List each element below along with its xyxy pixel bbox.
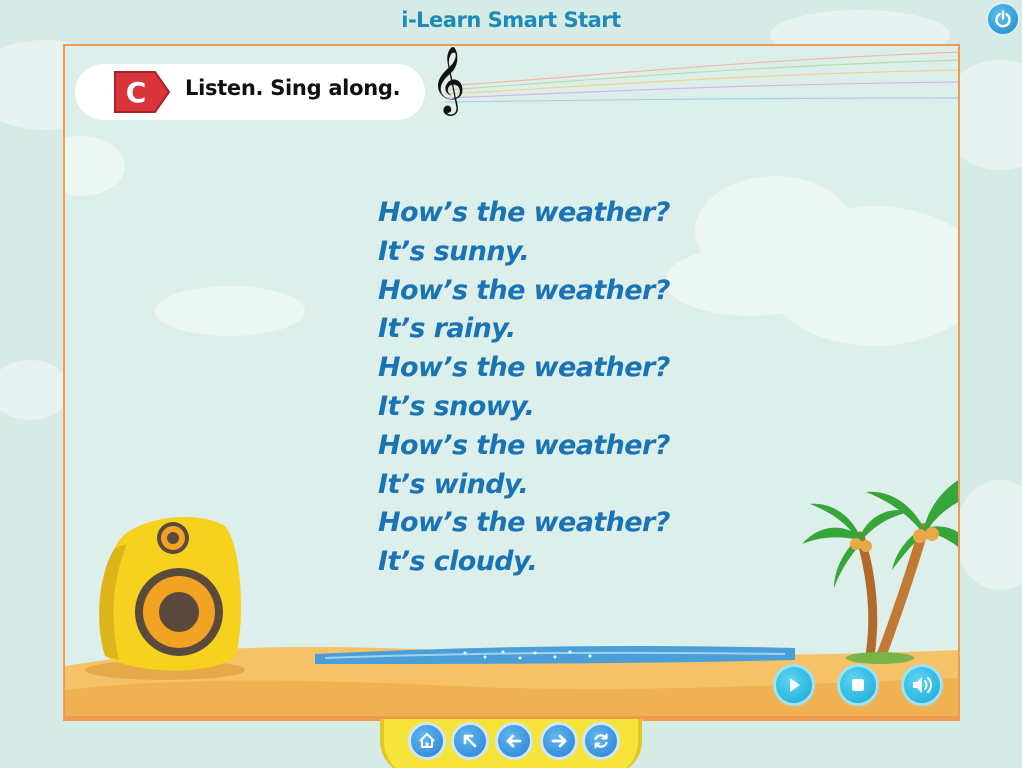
home-button[interactable] [408, 722, 446, 760]
lyric-line: It’s rainy. [378, 313, 516, 345]
cloud [665, 246, 835, 316]
lyric-line: It’s cloudy. [378, 546, 538, 578]
next-button[interactable] [540, 722, 578, 760]
cloud [155, 286, 305, 336]
background-cloud [955, 480, 1022, 590]
previous-button[interactable] [495, 722, 533, 760]
play-icon [790, 678, 800, 692]
lyric-line: It’s snowy. [378, 390, 535, 422]
stop-button[interactable] [837, 664, 879, 706]
app-title: i-Learn Smart Start [401, 8, 621, 32]
stop-icon [852, 679, 864, 691]
cloud [65, 136, 125, 196]
lyric-line: It’s sunny. [378, 235, 530, 267]
speaker-icon [913, 677, 932, 693]
background-cloud [0, 360, 70, 420]
power-button[interactable] [986, 2, 1020, 36]
refresh-icon [594, 733, 608, 749]
palm-tree-illustration [802, 480, 958, 664]
arrow-up-left-icon [463, 734, 477, 748]
treble-clef-icon: 𝄞 [431, 45, 466, 113]
lyric-line: How’s the weather? [378, 352, 670, 384]
arrow-right-icon [551, 734, 567, 748]
activity-stage: C Listen. Sing along. 𝄞 How’s the weathe… [63, 44, 960, 721]
activity-badge: C [111, 70, 171, 114]
lyric-line: How’s the weather? [378, 197, 670, 228]
menu-button[interactable] [451, 722, 489, 760]
activity-letter: C [125, 75, 147, 109]
arrow-left-icon [506, 734, 522, 748]
music-staff-lines [445, 51, 958, 103]
lyric-line: How’s the weather? [378, 274, 670, 306]
power-icon [995, 10, 1011, 28]
volume-button[interactable] [901, 664, 943, 706]
lyric-line: How’s the weather? [378, 507, 670, 539]
activity-instruction: Listen. Sing along. [185, 76, 401, 100]
home-icon [419, 733, 435, 748]
play-button[interactable] [773, 664, 815, 706]
lyric-line: It’s windy. [378, 468, 529, 500]
song-lyrics: How’s the weather? It’s sunny. How’s the… [378, 194, 670, 582]
speaker-illustration [85, 517, 245, 680]
lyric-line: How’s the weather? [378, 429, 670, 461]
replay-button[interactable] [582, 722, 620, 760]
